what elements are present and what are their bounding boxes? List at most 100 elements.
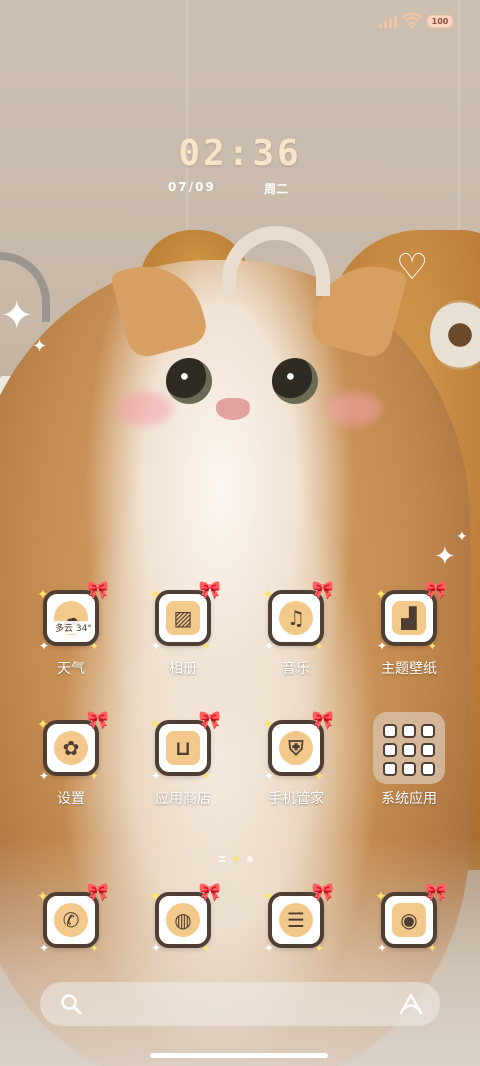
- sparkle-icon: ✦: [37, 587, 49, 603]
- wifi-icon: [402, 12, 422, 28]
- gear-glyph: ✿: [54, 731, 88, 765]
- page-dot: [247, 856, 254, 862]
- mini-app-icon: [421, 724, 435, 738]
- sparkle-icon: ✦: [427, 640, 437, 653]
- mini-app-icon: [421, 743, 435, 757]
- browser-icon[interactable]: ◍ 🎀 ✦ ✦ ✦: [149, 884, 221, 955]
- assistant-icon[interactable]: [398, 992, 424, 1016]
- gallery-icon[interactable]: ▨ 🎀 ✦ ✦ ✦: [149, 582, 221, 653]
- sparkle-icon: ✦: [375, 587, 387, 603]
- camera-icon[interactable]: ◉ 🎀 ✦ ✦ ✦: [375, 884, 447, 955]
- dock-browser[interactable]: ◍ 🎀 ✦ ✦ ✦: [133, 884, 233, 955]
- sparkle-icon: ✦: [89, 942, 99, 955]
- mini-app-icon: [402, 724, 416, 738]
- sparkle-icon: ✦: [89, 770, 99, 783]
- wallpaper-blush: [116, 392, 172, 426]
- sparkle-icon: ✦: [264, 769, 275, 783]
- headphones-glyph: ♫: [279, 601, 313, 635]
- sparkle-icon: ✦: [262, 889, 274, 905]
- themes-icon[interactable]: ▟ 🎀 ✦ ✦ ✦: [375, 582, 447, 653]
- app-label: 系统应用: [381, 791, 437, 807]
- signal-icon: [379, 14, 397, 28]
- sparkle-icon: ✦: [262, 717, 274, 733]
- mini-app-icon: [383, 724, 397, 738]
- mini-app-icon: [383, 743, 397, 757]
- mini-app-icon: [421, 762, 435, 776]
- mini-app-icon: [383, 762, 397, 776]
- dock-messages[interactable]: ☰ 🎀 ✦ ✦ ✦: [246, 884, 346, 955]
- bow-icon: 🎀: [86, 580, 109, 601]
- music-icon[interactable]: ♫ 🎀 ✦ ✦ ✦: [262, 582, 334, 653]
- security-icon[interactable]: ⛨ 🎀 ✦ ✦ ✦: [262, 712, 334, 783]
- mini-app-icon: [402, 762, 416, 776]
- dock-camera[interactable]: ◉ 🎀 ✦ ✦ ✦: [359, 884, 459, 955]
- sparkle-icon: ✦: [151, 941, 162, 955]
- folder-system-apps[interactable]: 系统应用: [359, 712, 459, 830]
- app-label: 设置: [57, 791, 85, 807]
- wallpaper-kitten-nose: [216, 398, 250, 420]
- settings-icon[interactable]: ✿ 🎀 ✦ ✦ ✦: [37, 712, 109, 783]
- sparkle-icon: ✦: [37, 717, 49, 733]
- sparkle-icon: ✦: [149, 889, 161, 905]
- sparkle-icon: ✦: [377, 941, 388, 955]
- messages-icon[interactable]: ☰ 🎀 ✦ ✦ ✦: [262, 884, 334, 955]
- sparkle-icon: ✦: [262, 587, 274, 603]
- clock-date[interactable]: 07/09: [168, 180, 216, 194]
- wallpaper-blush: [326, 392, 382, 426]
- app-weather[interactable]: ☁ 多云 34° 🎀 ✦ ✦ ✦ 天气: [21, 582, 121, 700]
- sparkle-icon: ✦: [149, 717, 161, 733]
- search-bar[interactable]: [40, 982, 440, 1026]
- weather-icon[interactable]: ☁ 多云 34° 🎀 ✦ ✦ ✦: [37, 582, 109, 653]
- page-indicator-lines: [219, 856, 225, 862]
- phone-icon[interactable]: ✆ 🎀 ✦ ✦ ✦: [37, 884, 109, 955]
- sparkle-icon: ✦: [375, 889, 387, 905]
- globe-glyph: ◍: [166, 903, 200, 937]
- sparkle-icon: ✦: [149, 587, 161, 603]
- search-icon[interactable]: [60, 993, 82, 1015]
- bow-icon: 🎀: [311, 882, 334, 903]
- dock-phone[interactable]: ✆ 🎀 ✦ ✦ ✦: [21, 884, 121, 955]
- wallpaper-kitten-eye: [272, 358, 318, 404]
- app-store-icon[interactable]: ⊔ 🎀 ✦ ✦ ✦: [149, 712, 221, 783]
- sparkle-doodle-icon: ✦: [434, 542, 456, 572]
- sparkle-icon: ✦: [151, 639, 162, 653]
- app-label: 相册: [169, 661, 197, 677]
- app-store[interactable]: ⊔ 🎀 ✦ ✦ ✦ 应用商店: [133, 712, 233, 830]
- bow-icon: 🎀: [198, 882, 221, 903]
- app-music[interactable]: ♫ 🎀 ✦ ✦ ✦ 音乐: [246, 582, 346, 700]
- sparkle-icon: ✦: [201, 640, 211, 653]
- sparkle-icon: ✦: [314, 770, 324, 783]
- sparkle-icon: ✦: [264, 639, 275, 653]
- home-indicator[interactable]: [150, 1053, 328, 1058]
- app-themes[interactable]: ▟ 🎀 ✦ ✦ ✦ 主题壁纸: [359, 582, 459, 700]
- app-label: 天气: [57, 661, 85, 677]
- app-gallery[interactable]: ▨ 🎀 ✦ ✦ ✦ 相册: [133, 582, 233, 700]
- bow-icon: 🎀: [424, 580, 447, 601]
- app-label: 音乐: [282, 661, 310, 677]
- current-page-star-icon: ✦: [231, 852, 242, 866]
- phone-glyph: ✆: [54, 903, 88, 937]
- sparkle-icon: ✦: [151, 769, 162, 783]
- status-bar: 100: [0, 0, 480, 44]
- bow-icon: 🎀: [86, 882, 109, 903]
- sparkle-icon: ✦: [201, 770, 211, 783]
- wallpaper-kitten-eye: [166, 358, 212, 404]
- bow-icon: 🎀: [424, 882, 447, 903]
- folder-icon[interactable]: [373, 712, 445, 784]
- app-security[interactable]: ⛨ 🎀 ✦ ✦ ✦ 手机管家: [246, 712, 346, 830]
- sparkle-doodle-icon: ✦: [456, 529, 468, 545]
- bow-icon: 🎀: [311, 710, 334, 731]
- shield-glyph: ⛨: [279, 731, 313, 765]
- clock-weekday[interactable]: 周二: [264, 180, 288, 197]
- sparkle-doodle-icon: ✦: [32, 336, 48, 357]
- sparkle-icon: ✦: [37, 889, 49, 905]
- sparkle-icon: ✦: [39, 769, 50, 783]
- app-settings[interactable]: ✿ 🎀 ✦ ✦ ✦ 设置: [21, 712, 121, 830]
- clock-time[interactable]: 02:36: [160, 133, 320, 174]
- camera-glyph: ◉: [392, 903, 426, 937]
- mini-app-icon: [402, 743, 416, 757]
- sparkle-icon: ✦: [427, 942, 437, 955]
- page-indicator[interactable]: ✦: [219, 852, 263, 866]
- sparkle-doodle-icon: ✦: [0, 293, 34, 339]
- sparkle-icon: ✦: [39, 639, 50, 653]
